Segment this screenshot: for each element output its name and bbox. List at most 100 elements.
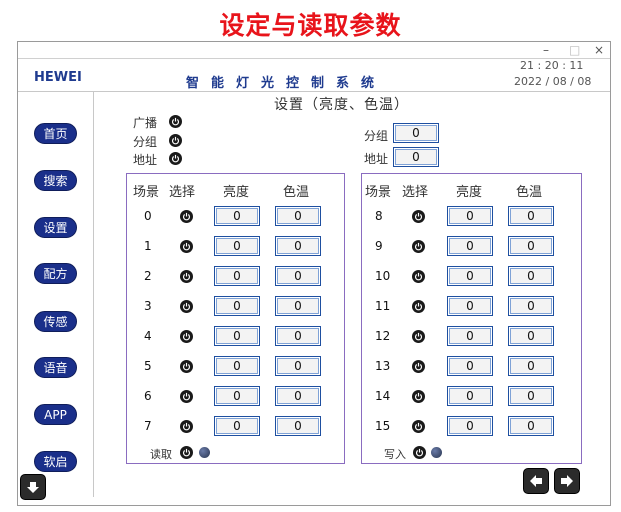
address-target-input[interactable]: 0 xyxy=(393,147,439,167)
broadcast-label: 广播 xyxy=(133,116,158,130)
colortemp-input[interactable]: 0 xyxy=(275,386,321,406)
arrow-down-icon xyxy=(27,482,39,493)
scene-number: 12 xyxy=(375,329,391,343)
brightness-input[interactable]: 0 xyxy=(447,236,493,256)
scene-number: 4 xyxy=(144,329,152,343)
next-page-button[interactable] xyxy=(554,468,580,494)
scene-select-power-icon[interactable] xyxy=(180,360,193,373)
brightness-input[interactable]: 0 xyxy=(447,386,493,406)
brightness-input[interactable]: 0 xyxy=(447,326,493,346)
scene-select-power-icon[interactable] xyxy=(180,270,193,283)
brightness-input[interactable]: 0 xyxy=(214,356,260,376)
arrow-left-icon xyxy=(530,475,542,487)
scene-select-power-icon[interactable] xyxy=(412,270,425,283)
read-power-icon[interactable] xyxy=(180,446,193,459)
colortemp-input[interactable]: 0 xyxy=(508,326,554,346)
brightness-input[interactable]: 0 xyxy=(447,206,493,226)
brightness-input[interactable]: 0 xyxy=(447,296,493,316)
nav-app-button[interactable]: APP xyxy=(34,404,77,425)
header-divider xyxy=(18,91,610,92)
download-button[interactable] xyxy=(20,474,46,500)
maximize-button[interactable]: □ xyxy=(569,43,580,57)
select-header: 选择 xyxy=(169,185,196,200)
colortemp-input[interactable]: 0 xyxy=(275,266,321,286)
close-button[interactable]: × xyxy=(594,43,604,57)
scene-select-power-icon[interactable] xyxy=(412,360,425,373)
sidebar-divider xyxy=(93,92,94,497)
scene-number: 7 xyxy=(144,419,152,433)
scene-select-power-icon[interactable] xyxy=(412,300,425,313)
colortemp-input[interactable]: 0 xyxy=(275,416,321,436)
select-header-right: 选择 xyxy=(402,185,429,200)
scene-number: 13 xyxy=(375,359,391,373)
nav-sensor-button[interactable]: 传感 xyxy=(34,311,77,332)
colortemp-input[interactable]: 0 xyxy=(508,266,554,286)
arrow-right-icon xyxy=(561,475,573,487)
group-power-icon[interactable] xyxy=(169,134,182,147)
scene-number: 15 xyxy=(375,419,391,433)
colortemp-input[interactable]: 0 xyxy=(508,416,554,436)
scene-select-power-icon[interactable] xyxy=(412,210,425,223)
nav-softstart-button[interactable]: 软启 xyxy=(34,451,77,472)
group-target-label: 分组 xyxy=(364,129,389,143)
colortemp-input[interactable]: 0 xyxy=(508,386,554,406)
brightness-input[interactable]: 0 xyxy=(214,386,260,406)
colortemp-input[interactable]: 0 xyxy=(508,356,554,376)
brightness-header-right: 亮度 xyxy=(456,185,483,200)
brightness-input[interactable]: 0 xyxy=(447,266,493,286)
scene-number: 10 xyxy=(375,269,391,283)
scene-select-power-icon[interactable] xyxy=(180,420,193,433)
address-power-icon[interactable] xyxy=(169,152,182,165)
scene-select-power-icon[interactable] xyxy=(180,300,193,313)
brightness-input[interactable]: 0 xyxy=(447,356,493,376)
scene-select-power-icon[interactable] xyxy=(180,240,193,253)
brightness-input[interactable]: 0 xyxy=(447,416,493,436)
scene-number: 0 xyxy=(144,209,152,223)
panel-title: 设置（亮度、色温） xyxy=(274,97,409,113)
colortemp-input[interactable]: 0 xyxy=(275,356,321,376)
scene-number: 5 xyxy=(144,359,152,373)
colortemp-input[interactable]: 0 xyxy=(275,296,321,316)
nav-recipe-button[interactable]: 配方 xyxy=(34,263,77,284)
brightness-header: 亮度 xyxy=(223,185,250,200)
write-status-indicator xyxy=(431,447,442,458)
scene-header-right: 场景 xyxy=(365,185,392,200)
write-power-icon[interactable] xyxy=(413,446,426,459)
group-target-input[interactable]: 0 xyxy=(393,123,439,143)
colortemp-input[interactable]: 0 xyxy=(275,206,321,226)
nav-voice-button[interactable]: 语音 xyxy=(34,357,77,378)
minimize-button[interactable]: – xyxy=(543,43,549,57)
brightness-input[interactable]: 0 xyxy=(214,266,260,286)
scene-select-power-icon[interactable] xyxy=(412,330,425,343)
scene-select-power-icon[interactable] xyxy=(180,330,193,343)
nav-search-button[interactable]: 搜索 xyxy=(34,170,77,191)
scene-number: 3 xyxy=(144,299,152,313)
nav-settings-button[interactable]: 设置 xyxy=(34,217,77,238)
brightness-input[interactable]: 0 xyxy=(214,416,260,436)
system-title: 智能灯光控制系统 xyxy=(186,76,387,91)
scene-select-power-icon[interactable] xyxy=(412,240,425,253)
brightness-input[interactable]: 0 xyxy=(214,236,260,256)
scene-number: 2 xyxy=(144,269,152,283)
brightness-input[interactable]: 0 xyxy=(214,296,260,316)
scene-select-power-icon[interactable] xyxy=(180,390,193,403)
nav-home-button[interactable]: 首页 xyxy=(34,123,77,144)
scene-select-power-icon[interactable] xyxy=(412,390,425,403)
broadcast-power-icon[interactable] xyxy=(169,115,182,128)
scene-select-power-icon[interactable] xyxy=(412,420,425,433)
read-label: 读取 xyxy=(150,448,172,461)
address-target-label: 地址 xyxy=(364,152,389,166)
colortemp-input[interactable]: 0 xyxy=(508,296,554,316)
brightness-input[interactable]: 0 xyxy=(214,206,260,226)
scene-number: 11 xyxy=(375,299,391,313)
colortemp-input[interactable]: 0 xyxy=(508,236,554,256)
colortemp-input[interactable]: 0 xyxy=(275,326,321,346)
colortemp-input[interactable]: 0 xyxy=(275,236,321,256)
scene-number: 8 xyxy=(375,209,383,223)
clock-date: 2022 / 08 / 08 xyxy=(514,75,592,88)
read-status-indicator xyxy=(199,447,210,458)
prev-page-button[interactable] xyxy=(523,468,549,494)
colortemp-input[interactable]: 0 xyxy=(508,206,554,226)
scene-select-power-icon[interactable] xyxy=(180,210,193,223)
brightness-input[interactable]: 0 xyxy=(214,326,260,346)
